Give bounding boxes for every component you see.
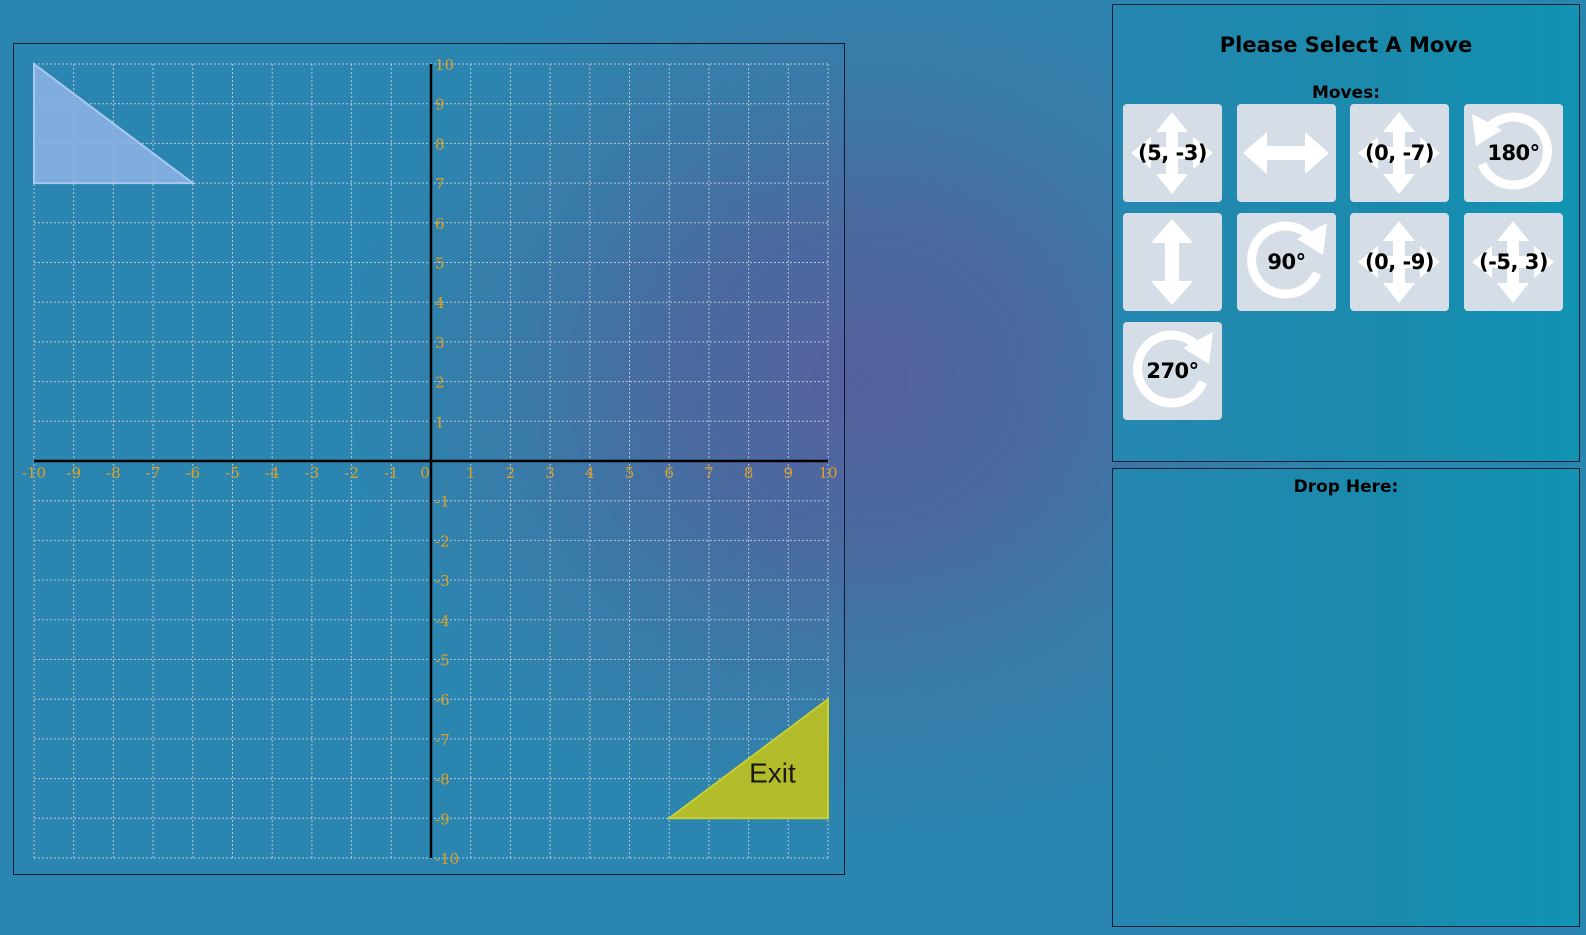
x-tick-label: 5 bbox=[625, 464, 635, 482]
x-tick-label: -6 bbox=[185, 464, 200, 482]
move-label: (0, -9) bbox=[1365, 250, 1434, 274]
y-tick-label: 1 bbox=[435, 413, 445, 431]
move-label: 270° bbox=[1146, 359, 1199, 383]
move-card-8[interactable]: (-5, 3) bbox=[1464, 213, 1563, 311]
y-tick-label: -7 bbox=[435, 731, 450, 749]
move-label: 90° bbox=[1267, 250, 1306, 274]
y-tick-label: 7 bbox=[435, 175, 445, 193]
y-tick-label: 3 bbox=[435, 334, 445, 352]
drop-label: Drop Here: bbox=[1293, 477, 1399, 497]
y-tick-label: 2 bbox=[435, 374, 445, 392]
x-tick-label: -3 bbox=[305, 464, 320, 482]
x-tick-label: -9 bbox=[66, 464, 81, 482]
x-tick-label: 3 bbox=[545, 464, 555, 482]
drop-zone[interactable]: Drop Here: bbox=[1112, 468, 1580, 927]
move-card-6[interactable]: 90° bbox=[1237, 213, 1336, 311]
y-tick-label: 6 bbox=[435, 215, 445, 233]
move-label: (0, -7) bbox=[1365, 141, 1434, 165]
move-card-7[interactable]: (0, -9) bbox=[1350, 213, 1449, 311]
move-card-2[interactable] bbox=[1237, 104, 1336, 202]
move-label: (5, -3) bbox=[1138, 141, 1207, 165]
y-tick-label: -5 bbox=[435, 652, 450, 670]
x-tick-label: -8 bbox=[106, 464, 121, 482]
panel-title: Please Select A Move bbox=[1219, 33, 1473, 57]
x-tick-label: 4 bbox=[585, 464, 595, 482]
y-tick-label: 5 bbox=[435, 255, 445, 273]
y-tick-label: -6 bbox=[435, 691, 450, 709]
y-tick-label: -2 bbox=[435, 532, 450, 550]
x-tick-label: 10 bbox=[818, 464, 837, 482]
x-tick-label: -2 bbox=[344, 464, 359, 482]
exit-label: Exit bbox=[749, 758, 796, 789]
move-card-1[interactable]: (5, -3) bbox=[1123, 104, 1222, 202]
moves-label: Moves: bbox=[1311, 83, 1381, 103]
move-label: 180° bbox=[1487, 141, 1540, 165]
x-tick-label: -1 bbox=[384, 464, 399, 482]
board-grid: -10 -9 -8 -7 -6 -5 -4 -3 -2 -1 0 1 2 3 4 5 6 7 8 9 10-10-9-8… bbox=[22, 56, 838, 868]
x-tick-label: 9 bbox=[784, 464, 794, 482]
x-tick-label: 1 bbox=[466, 464, 476, 482]
moves-panel: Please Select A Move Moves: (5, -3) (0, … bbox=[1112, 4, 1580, 462]
y-tick-label: -9 bbox=[435, 810, 450, 828]
y-tick-label: 8 bbox=[435, 135, 445, 153]
move-card-3[interactable]: (0, -7) bbox=[1350, 104, 1449, 202]
coordinate-board: -10 -9 -8 -7 -6 -5 -4 -3 -2 -1 0 1 2 3 4 5 6 7 8 9 10 -10 -9 -8… bbox=[13, 43, 845, 875]
x-tick-label: 2 bbox=[506, 464, 516, 482]
y-tick-label: -1 bbox=[435, 493, 450, 511]
x-tick-label: 8 bbox=[744, 464, 754, 482]
y-tick-label: 9 bbox=[435, 96, 445, 114]
y-tick-label: 10 bbox=[435, 56, 454, 74]
x-tick-label: 0 bbox=[420, 464, 430, 482]
x-tick-label: -10 bbox=[22, 464, 46, 482]
move-label: (-5, 3) bbox=[1479, 250, 1548, 274]
x-tick-label: -7 bbox=[146, 464, 161, 482]
y-tick-label: -4 bbox=[435, 612, 450, 630]
move-card-5[interactable] bbox=[1123, 213, 1222, 311]
move-label bbox=[1237, 104, 1336, 202]
x-tick-label: -4 bbox=[265, 464, 280, 482]
move-card-4[interactable]: 180° bbox=[1464, 104, 1563, 202]
move-card-9[interactable]: 270° bbox=[1123, 322, 1222, 420]
x-tick-label: -5 bbox=[225, 464, 240, 482]
x-tick-label: 7 bbox=[704, 464, 714, 482]
y-tick-label: 4 bbox=[435, 294, 445, 312]
y-tick-label: -3 bbox=[435, 572, 450, 590]
y-tick-label: -8 bbox=[435, 771, 450, 789]
move-label bbox=[1123, 213, 1222, 311]
y-tick-label: -10 bbox=[435, 850, 459, 868]
x-tick-label: 6 bbox=[664, 464, 674, 482]
